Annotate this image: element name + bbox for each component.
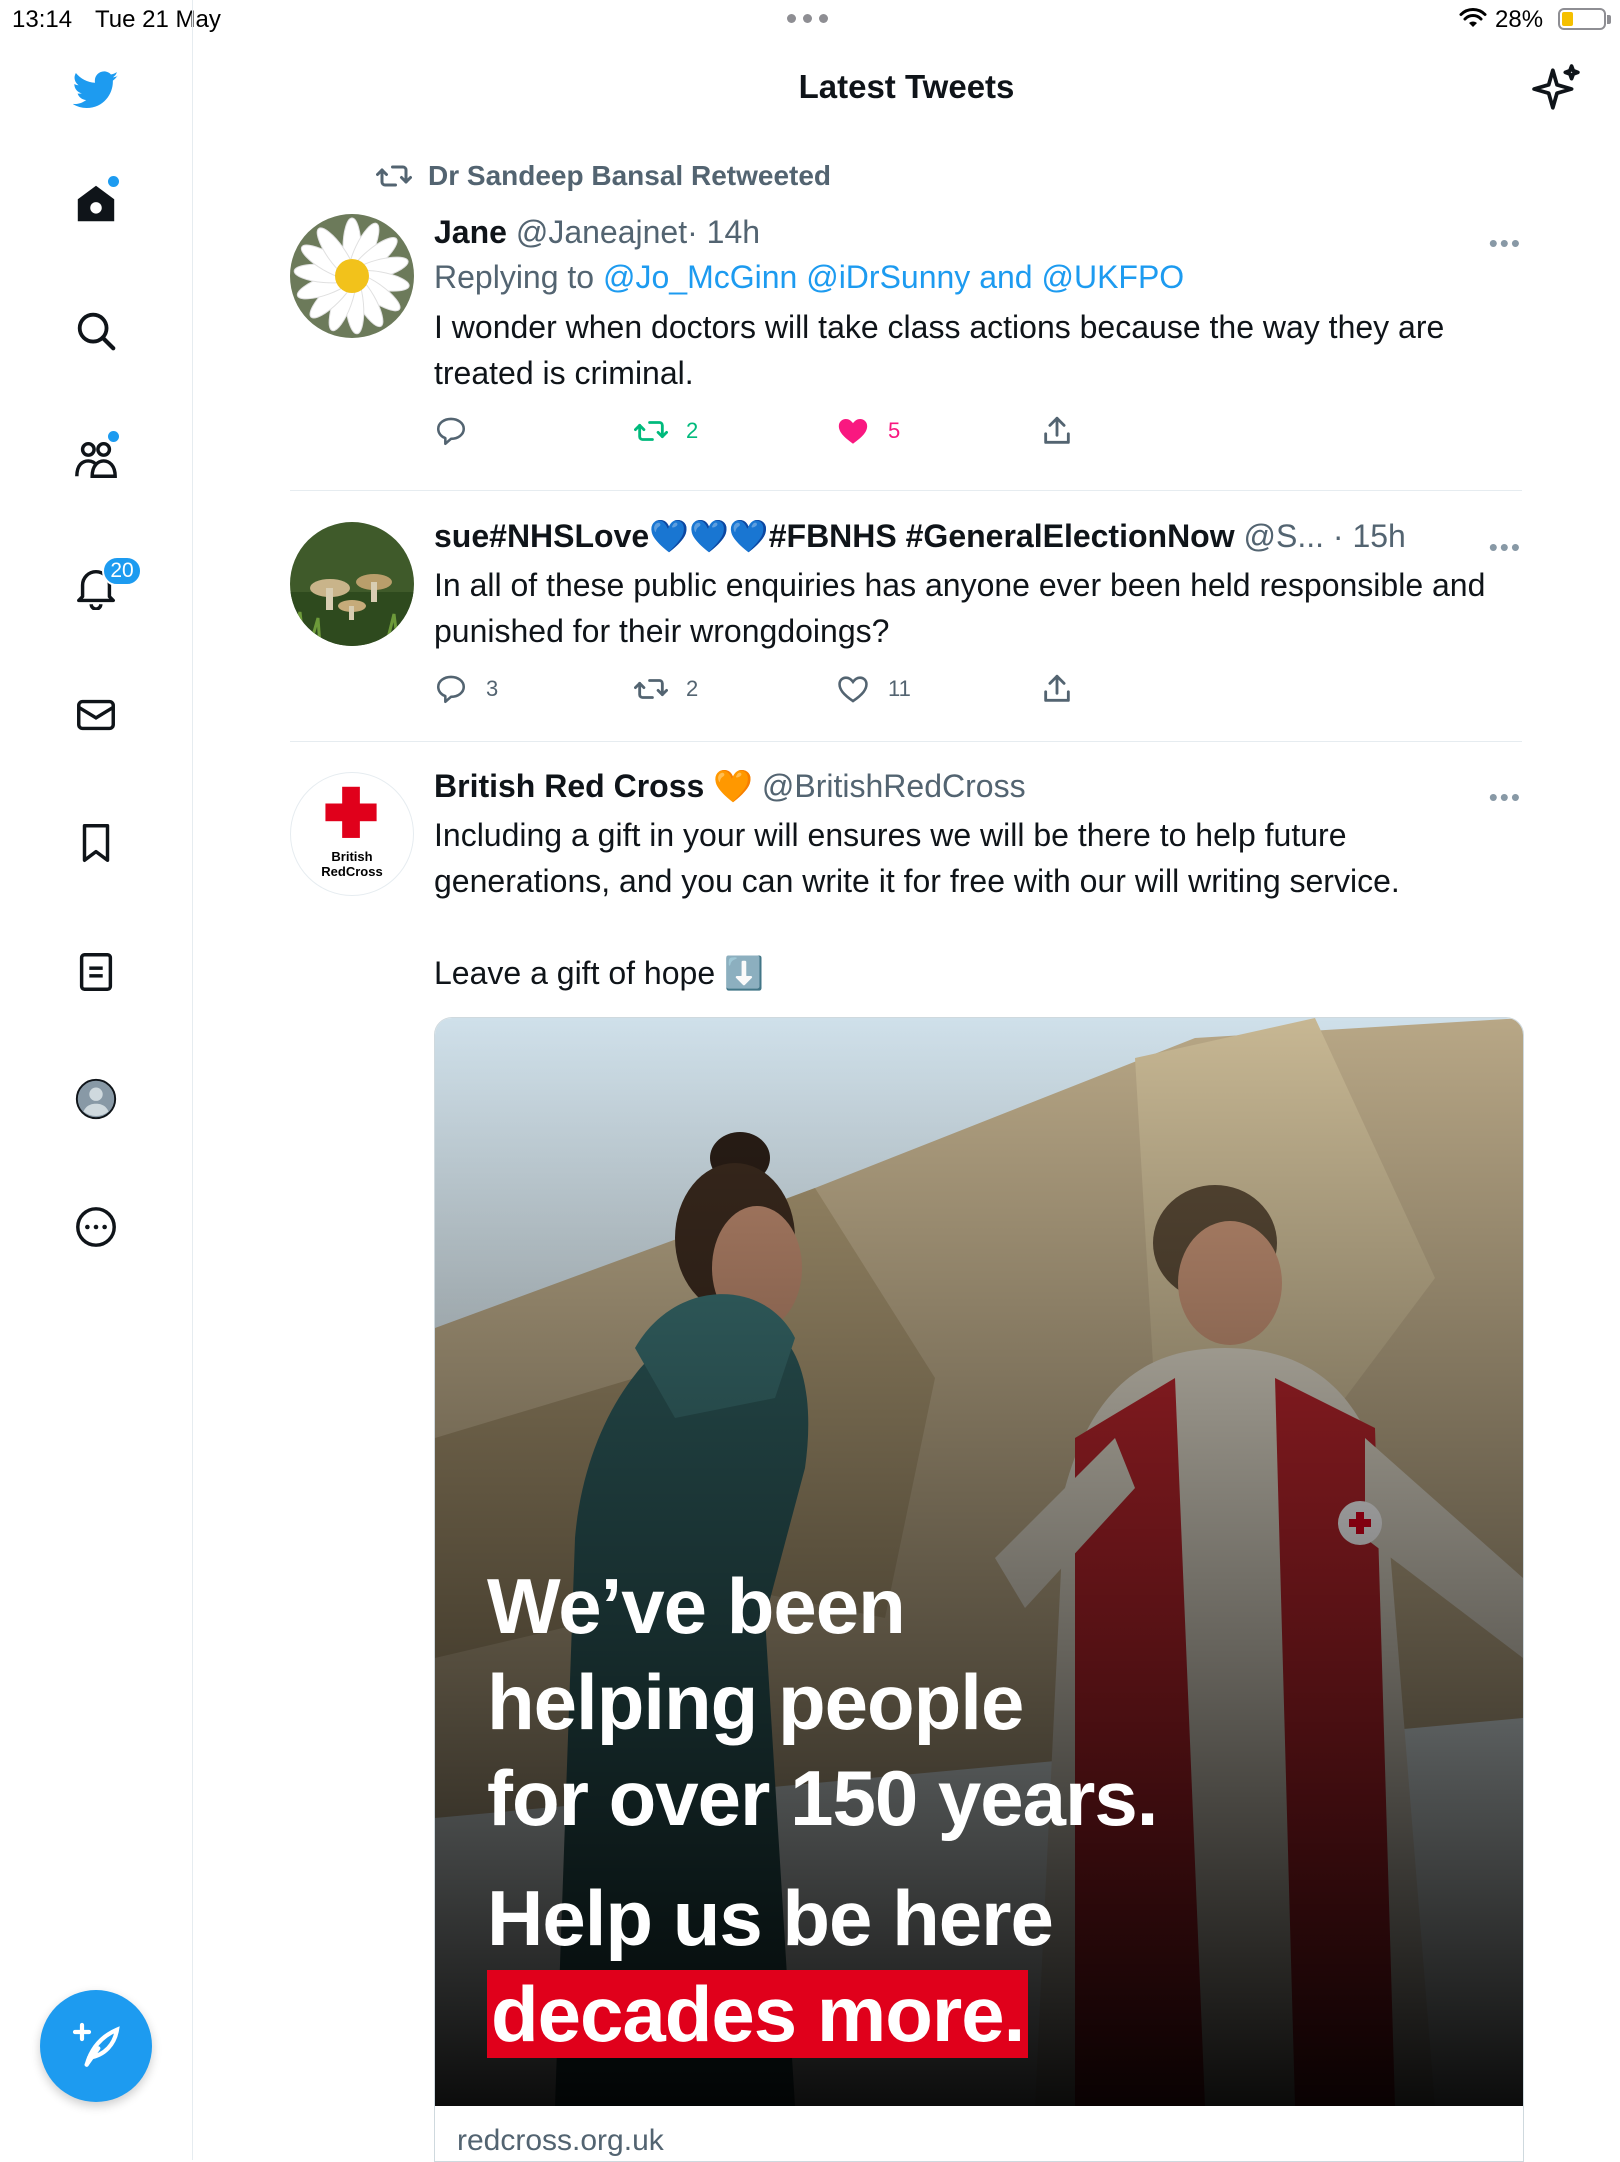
home-notification-dot <box>108 176 119 187</box>
author-name[interactable]: Jane <box>434 214 507 250</box>
author-name[interactable]: sue#NHSLove💙💙💙#FBNHS #GeneralElectionNow <box>434 518 1235 554</box>
tweet-time[interactable]: · 14h <box>687 214 760 250</box>
sidebar: 20 <box>0 0 193 2160</box>
heart-icon <box>838 676 868 703</box>
orange-heart-emoji: 🧡 <box>713 768 754 804</box>
multitasking-dots-icon[interactable] <box>787 14 833 24</box>
more-options-icon[interactable]: ••• <box>1489 228 1522 259</box>
avatar[interactable] <box>290 214 414 338</box>
more-options-icon[interactable]: ••• <box>1489 782 1522 813</box>
sparkle-icon[interactable] <box>1532 64 1582 114</box>
author-handle[interactable]: @BritishRedCross <box>762 768 1026 804</box>
tweet-text: I wonder when doctors will take class ac… <box>434 309 1454 391</box>
avatar[interactable]: British RedCross <box>290 772 414 896</box>
share-button[interactable] <box>1040 414 1074 448</box>
communities-notification-dot <box>108 431 119 442</box>
card-subheadline: Help us be here decades more. <box>487 1874 1054 2058</box>
card-headline: We’ve been helping people for over 150 y… <box>487 1562 1158 1842</box>
tweet[interactable]: British RedCross British Red Cross 🧡 @Br… <box>290 764 1522 991</box>
tweet-text: In all of these public enquiries has any… <box>434 567 1495 649</box>
retweet-icon <box>376 165 412 187</box>
card-url[interactable]: redcross.org.uk <box>457 2124 664 2158</box>
status-bar: 13:14 Tue 21 May 28% <box>0 0 1620 40</box>
reply-mention[interactable]: @UKFPO <box>1041 259 1184 295</box>
compose-icon <box>72 2022 120 2067</box>
more-circle-icon[interactable] <box>68 1199 124 1255</box>
like-button[interactable]: 5 <box>836 414 900 448</box>
share-icon <box>1044 416 1070 444</box>
mail-icon[interactable] <box>68 687 124 743</box>
notification-badge: 20 <box>102 556 142 586</box>
avatar-icon[interactable] <box>68 1071 124 1127</box>
avatar-text: British <box>331 849 373 864</box>
home-icon[interactable] <box>68 176 124 232</box>
retweet-button[interactable]: 2 <box>634 672 698 706</box>
retweet-button[interactable]: 2 <box>634 414 698 448</box>
like-button[interactable]: 11 <box>836 672 911 706</box>
list-icon[interactable] <box>68 944 124 1000</box>
retweet-icon <box>634 679 668 699</box>
retweet-icon <box>634 421 668 441</box>
tweet-actions: 2 5 <box>434 414 1522 458</box>
avatar[interactable] <box>290 522 414 646</box>
wifi-icon <box>1459 8 1487 27</box>
reply-mention[interactable]: @Jo_McGinn @iDrSunny <box>603 259 970 295</box>
search-icon[interactable] <box>68 303 124 359</box>
link-card[interactable]: We’ve been helping people for over 150 y… <box>434 1017 1524 2162</box>
tweet-actions: 3 2 11 <box>434 672 1522 716</box>
retweeted-by-label: Dr Sandeep Bansal Retweeted <box>428 160 832 191</box>
divider <box>290 490 1522 491</box>
battery-percent: 28% <box>1495 6 1544 33</box>
reply-button[interactable] <box>434 414 486 448</box>
reply-button[interactable]: 3 <box>434 672 498 706</box>
tweet-time[interactable]: · 15h <box>1333 518 1406 554</box>
page-title: Latest Tweets <box>798 68 1015 105</box>
share-button[interactable] <box>1040 672 1074 706</box>
bookmark-icon[interactable] <box>68 815 124 871</box>
reply-icon <box>436 675 466 704</box>
people-icon[interactable] <box>68 431 124 487</box>
tweet-text: Including a gift in your will ensures we… <box>434 817 1400 991</box>
twitter-logo-icon[interactable] <box>68 62 124 118</box>
author-handle[interactable]: @Janeajnet <box>516 214 687 250</box>
battery-icon <box>1558 8 1611 30</box>
author-name[interactable]: British Red Cross <box>434 768 704 804</box>
author-handle[interactable]: @S... <box>1244 518 1325 554</box>
compose-button[interactable] <box>40 1990 152 2102</box>
avatar-text: RedCross <box>321 864 383 879</box>
more-options-icon[interactable]: ••• <box>1489 532 1522 563</box>
tweet[interactable]: sue#NHSLove💙💙💙#FBNHS #GeneralElectionNow… <box>290 514 1522 734</box>
card-image: We’ve been helping people for over 150 y… <box>435 1018 1523 2106</box>
heart-filled-icon <box>838 418 868 444</box>
card-highlight: decades more. <box>487 1970 1029 2058</box>
retweeted-by[interactable]: Dr Sandeep Bansal Retweeted <box>376 158 831 194</box>
tweet[interactable]: Jane @Janeajnet· 14h ••• Replying to @Jo… <box>290 210 1522 470</box>
reply-icon <box>436 417 466 446</box>
divider <box>290 741 1522 742</box>
share-icon <box>1044 674 1070 702</box>
replying-to: Replying to @Jo_McGinn @iDrSunny and @UK… <box>434 259 1185 295</box>
